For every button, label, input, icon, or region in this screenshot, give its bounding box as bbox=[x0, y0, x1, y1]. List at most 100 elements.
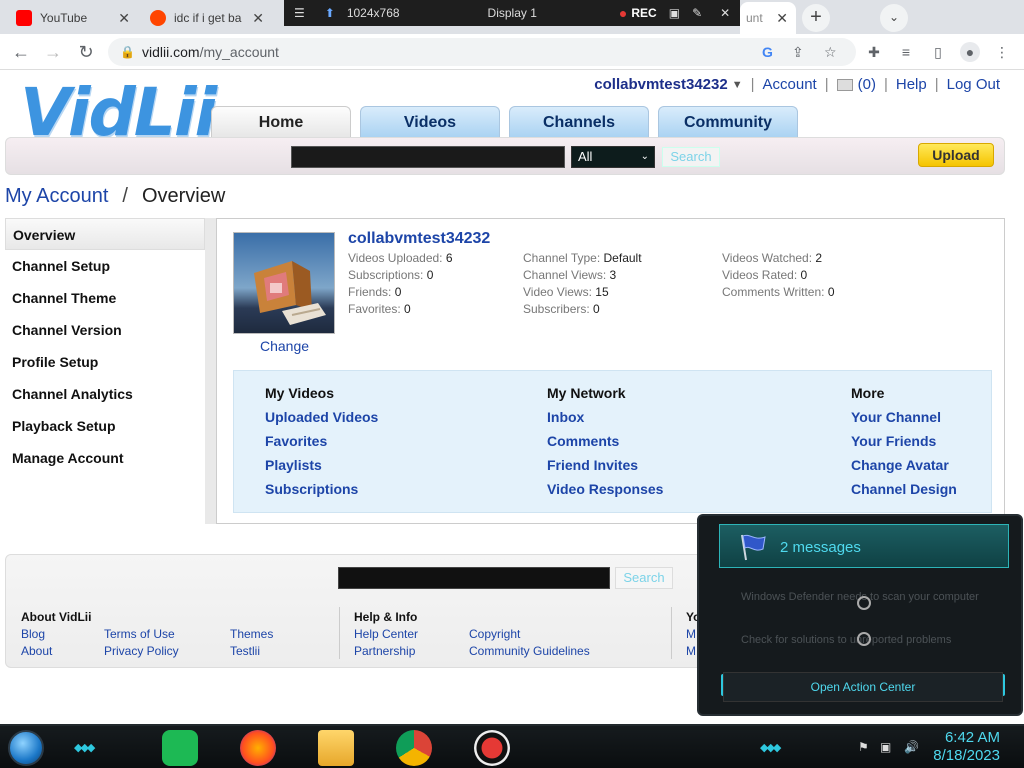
link-channel-design[interactable]: Channel Design bbox=[851, 482, 957, 506]
more-menu-icon[interactable]: ⋮ bbox=[992, 42, 1012, 62]
recorder-icon[interactable] bbox=[474, 730, 510, 766]
close-tab-icon[interactable]: ✕ bbox=[118, 10, 130, 27]
link-change-avatar[interactable]: Change Avatar bbox=[851, 458, 957, 482]
tab-channels[interactable]: Channels bbox=[509, 106, 649, 138]
breadcrumb: My Account / Overview bbox=[5, 185, 225, 208]
mail-icon[interactable] bbox=[836, 78, 853, 91]
new-tab-button[interactable]: + bbox=[802, 4, 830, 32]
sidebar-item-overview[interactable]: Overview bbox=[5, 218, 205, 250]
tab-youtube[interactable]: YouTube ✕ bbox=[6, 2, 138, 34]
volume-icon[interactable]: 🔊 bbox=[904, 740, 919, 754]
share-icon[interactable]: ⇪ bbox=[792, 44, 804, 61]
search-input[interactable] bbox=[291, 146, 565, 168]
close-icon[interactable]: ✕ bbox=[720, 6, 730, 20]
link-comments[interactable]: Comments bbox=[547, 434, 663, 458]
forward-icon[interactable]: → bbox=[42, 41, 64, 63]
firefox-icon[interactable] bbox=[240, 730, 276, 766]
google-icon[interactable]: G bbox=[762, 44, 773, 60]
change-avatar-link[interactable]: Change bbox=[260, 338, 309, 354]
footer-link[interactable]: M bbox=[686, 626, 696, 643]
sidebar-item-profile-setup[interactable]: Profile Setup bbox=[5, 346, 216, 378]
tab-home[interactable]: Home bbox=[211, 106, 351, 138]
footer-search-button[interactable]: Search bbox=[615, 567, 673, 589]
footer-link-guidelines[interactable]: Community Guidelines bbox=[469, 643, 590, 660]
link-video-responses[interactable]: Video Responses bbox=[547, 482, 663, 506]
search-button[interactable]: Search bbox=[662, 147, 720, 167]
links-more: More Your Channel Your Friends Change Av… bbox=[851, 386, 957, 506]
footer-link-terms[interactable]: Terms of Use bbox=[104, 626, 179, 643]
sidebar-item-channel-analytics[interactable]: Channel Analytics bbox=[5, 378, 216, 410]
tab-community[interactable]: Community bbox=[658, 106, 798, 138]
link-inbox[interactable]: Inbox bbox=[547, 410, 663, 434]
sidebar-item-channel-setup[interactable]: Channel Setup bbox=[5, 250, 216, 282]
file-explorer-icon[interactable] bbox=[318, 730, 354, 766]
footer-link-copyright[interactable]: Copyright bbox=[469, 626, 590, 643]
footer-link-blog[interactable]: Blog bbox=[21, 626, 52, 643]
sidebar-item-channel-theme[interactable]: Channel Theme bbox=[5, 282, 216, 314]
link-uploaded-videos[interactable]: Uploaded Videos bbox=[265, 410, 378, 434]
side-panel-icon[interactable]: ▯ bbox=[928, 42, 948, 62]
upload-button[interactable]: Upload bbox=[918, 143, 994, 167]
link-subscriptions[interactable]: Subscriptions bbox=[265, 482, 378, 506]
link-your-channel[interactable]: Your Channel bbox=[851, 410, 957, 434]
footer-link-testlii[interactable]: Testlii bbox=[230, 643, 273, 660]
footer-link-privacy[interactable]: Privacy Policy bbox=[104, 643, 179, 660]
media-icon[interactable]: ≡ bbox=[896, 42, 916, 62]
chevron-down-icon[interactable]: ▼ bbox=[732, 79, 743, 91]
link-your-friends[interactable]: Your Friends bbox=[851, 434, 957, 458]
help-link[interactable]: Help bbox=[896, 76, 927, 93]
record-icon[interactable]: ● bbox=[619, 5, 627, 21]
section-heading: My Videos bbox=[265, 385, 334, 401]
extensions-icon[interactable]: ✚ bbox=[864, 42, 884, 62]
breadcrumb-my-account[interactable]: My Account bbox=[5, 185, 108, 207]
links-my-videos: My Videos Uploaded Videos Favorites Play… bbox=[265, 386, 378, 506]
footer-search-input[interactable] bbox=[338, 567, 610, 589]
profile-icon[interactable]: ● bbox=[960, 42, 980, 62]
chrome-icon[interactable] bbox=[396, 730, 432, 766]
tab-vidlii[interactable]: unt ✕ bbox=[740, 2, 796, 34]
username-link[interactable]: collabvmtest34232 bbox=[594, 76, 727, 93]
breadcrumb-current: Overview bbox=[141, 185, 226, 207]
tab-reddit[interactable]: idc if i get ba ✕ bbox=[140, 2, 272, 34]
stat-row: Subscribers: 0 bbox=[523, 302, 600, 316]
pin-icon[interactable]: ⬆ bbox=[325, 6, 335, 20]
footer-link-help-center[interactable]: Help Center bbox=[354, 626, 418, 643]
open-action-center-button[interactable]: Open Action Center bbox=[723, 672, 1003, 702]
back-icon[interactable]: ← bbox=[10, 41, 32, 63]
camera-icon[interactable]: ▣ bbox=[669, 6, 680, 20]
sidebar-item-playback-setup[interactable]: Playback Setup bbox=[5, 410, 216, 442]
logout-link[interactable]: Log Out bbox=[947, 76, 1000, 93]
taskbar-clock[interactable]: 6:42 AM 8/18/2023 bbox=[933, 729, 1000, 765]
account-link[interactable]: Account bbox=[763, 76, 817, 93]
channel-name-link[interactable]: collabvmtest34232 bbox=[348, 230, 490, 248]
footer-link-partnership[interactable]: Partnership bbox=[354, 643, 418, 660]
footer-help-heading: Help & Info bbox=[354, 610, 418, 624]
close-tab-icon[interactable]: ✕ bbox=[776, 10, 788, 27]
tab-videos[interactable]: Videos bbox=[360, 106, 500, 138]
notification-header[interactable]: 2 messages bbox=[719, 524, 1009, 568]
start-button[interactable] bbox=[8, 730, 44, 766]
flag-tray-icon[interactable]: ⚑ bbox=[858, 740, 869, 754]
sidebar-item-channel-version[interactable]: Channel Version bbox=[5, 314, 216, 346]
footer-link-about[interactable]: About bbox=[21, 643, 52, 660]
reload-icon[interactable]: ↻ bbox=[75, 41, 97, 63]
address-bar[interactable]: 🔒 vidlii.com/my_account G ⇪ ☆ bbox=[108, 38, 856, 66]
link-playlists[interactable]: Playlists bbox=[265, 458, 378, 482]
footer-link-themes[interactable]: Themes bbox=[230, 626, 273, 643]
footer-help-col-b: Copyright Community Guidelines bbox=[469, 626, 590, 660]
bookmark-star-icon[interactable]: ☆ bbox=[824, 44, 837, 61]
link-friend-invites[interactable]: Friend Invites bbox=[547, 458, 663, 482]
stat-row: Video Views: 15 bbox=[523, 285, 609, 299]
spotify-icon[interactable] bbox=[162, 730, 198, 766]
sidebar-item-manage-account[interactable]: Manage Account bbox=[5, 442, 216, 474]
menu-icon[interactable]: ☰ bbox=[294, 6, 305, 20]
inbox-count[interactable]: (0) bbox=[858, 76, 876, 93]
footer-link[interactable]: M bbox=[686, 643, 696, 660]
pen-icon[interactable]: ✎ bbox=[692, 6, 702, 20]
tab-search-button[interactable]: ⌄ bbox=[880, 4, 908, 32]
network-icon[interactable]: ▣ bbox=[880, 740, 891, 754]
link-favorites[interactable]: Favorites bbox=[265, 434, 378, 458]
close-tab-icon[interactable]: ✕ bbox=[252, 10, 264, 27]
search-scope-select[interactable]: All ⌄ bbox=[571, 146, 655, 168]
avatar[interactable] bbox=[233, 232, 335, 334]
